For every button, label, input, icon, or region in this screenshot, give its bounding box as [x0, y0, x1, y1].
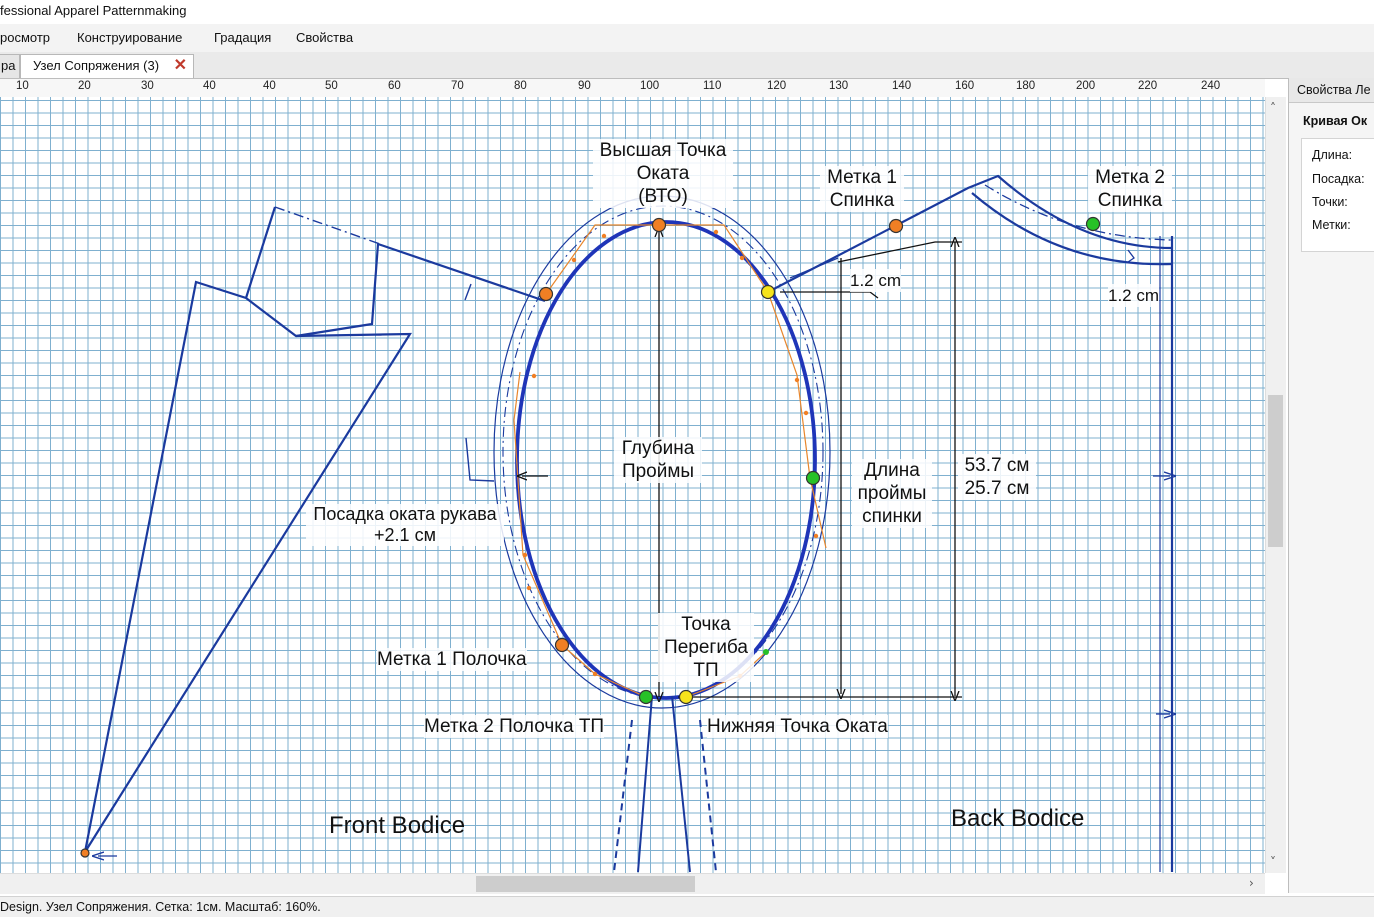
document-tab-bar: ра Узел Сопряжения (3) ✕	[0, 52, 1374, 79]
tab-arc-junction[interactable]: Узел Сопряжения (3) ✕	[20, 54, 194, 78]
tab-arc-junction-label: Узел Сопряжения (3)	[33, 58, 160, 73]
scroll-right-icon[interactable]: ›	[1249, 876, 1254, 890]
properties-panel: Свойства Ле Кривая Ок Длина: Посадка: То…	[1288, 78, 1374, 893]
vertical-scrollbar[interactable]: ˄ ˅	[1265, 97, 1286, 873]
front-guide-lines	[274, 206, 495, 482]
ruler-label: 200	[1076, 80, 1096, 92]
status-text: Design. Узел Сопряжения. Сетка: 1см. Мас…	[0, 900, 321, 914]
vertical-scroll-thumb[interactable]	[1268, 395, 1283, 547]
label-mark2-back-line2: Спинка	[1097, 190, 1163, 211]
property-marks-label: Метки:	[1312, 218, 1351, 232]
ruler-label: 180	[1016, 80, 1036, 92]
menu-item-view[interactable]: росмотр	[0, 30, 50, 45]
horizontal-scrollbar[interactable]: ›	[0, 873, 1265, 894]
ruler-label: 50	[325, 80, 338, 92]
label-vto-line2: Оката	[636, 163, 690, 184]
window-title-bar: fessional Apparel Patternmaking	[0, 0, 1374, 24]
curve-small-point-green	[763, 649, 769, 655]
tab-previous-label: ра	[1, 58, 16, 73]
pattern-canvas[interactable]: Высшая Точка Оката (ВТО) Метка 1 Спинка …	[0, 97, 1265, 873]
label-armhole-length-line1: Длина	[864, 460, 920, 481]
ruler-label: 80	[514, 80, 527, 92]
menu-item-construction[interactable]: Конструирование	[77, 30, 182, 45]
ruler-label: 90	[578, 80, 591, 92]
label-back-bodice: Back Bodice	[951, 805, 1085, 832]
label-mark2-back: Метка 2 Спинка	[1088, 166, 1172, 212]
ruler-label: 30	[141, 80, 154, 92]
label-sleeve-ease: Посадка оката рукава +2.1 см	[306, 504, 504, 546]
scroll-down-icon[interactable]: ˅	[1270, 855, 1276, 869]
ruler-label: 130	[829, 80, 849, 92]
label-mark1-back-line2: Спинка	[829, 190, 895, 211]
properties-panel-header[interactable]: Свойства Ле	[1289, 78, 1374, 103]
property-ease-label: Посадка:	[1312, 172, 1365, 186]
label-mark1-back: Метка 1 Спинка	[820, 166, 904, 212]
label-offset-2: 1.2 cm	[1108, 284, 1160, 307]
label-measurement-1: 53.7 см	[964, 455, 1030, 476]
properties-section-title: Кривая Ок	[1303, 114, 1368, 128]
label-vto: Высшая Точка Оката (ВТО)	[593, 139, 733, 208]
label-fold-point-line3: ТП	[693, 660, 719, 681]
ruler-label: 220	[1138, 80, 1158, 92]
pattern-drawing	[80, 174, 1265, 873]
menu-bar: росмотр Конструирование Градация Свойств…	[0, 24, 1374, 53]
ruler-label: 240	[1201, 80, 1221, 92]
label-offset-1: 1.2 cm	[850, 269, 902, 292]
ruler-label: 40	[263, 80, 276, 92]
property-length-label: Длина:	[1312, 148, 1353, 162]
close-icon[interactable]: ✕	[174, 55, 187, 75]
label-vto-line1: Высшая Точка	[599, 140, 727, 161]
label-armhole-depth: Глубина Проймы	[614, 437, 702, 483]
ruler-label: 160	[955, 80, 975, 92]
menu-item-properties[interactable]: Свойства	[296, 30, 353, 45]
property-points-label: Точки:	[1312, 195, 1348, 209]
ruler-label: 40	[203, 80, 216, 92]
scroll-up-icon[interactable]: ˄	[1270, 101, 1276, 115]
ruler-label: 140	[892, 80, 912, 92]
tab-previous[interactable]: ра	[0, 54, 20, 78]
label-mark2-front: Метка 2 Полочка ТП	[424, 715, 605, 738]
label-measurements: 53.7 см 25.7 см	[958, 454, 1036, 500]
ruler-label: 100	[640, 80, 660, 92]
label-sleeve-ease-line2: +2.1 см	[374, 525, 436, 545]
label-vto-line3: (ВТО)	[638, 186, 688, 207]
label-mark1-back-line1: Метка 1	[827, 167, 897, 188]
curve-key-points	[80, 216, 1101, 858]
horizontal-scroll-thumb[interactable]	[476, 876, 695, 892]
back-bodice-outline	[767, 174, 1174, 872]
window-title: fessional Apparel Patternmaking	[0, 3, 187, 18]
label-armhole-depth-line1: Глубина	[621, 438, 695, 459]
center-lines	[613, 695, 717, 873]
label-bottom-point: Нижняя Точка Оката	[707, 715, 888, 738]
menu-item-grading[interactable]: Градация	[214, 30, 271, 45]
label-sleeve-ease-line1: Посадка оката рукава	[313, 504, 497, 524]
ruler-label: 110	[703, 80, 722, 92]
ruler-label: 10	[16, 80, 29, 92]
label-mark2-back-line1: Метка 2	[1095, 167, 1165, 188]
ruler-label: 20	[78, 80, 91, 92]
label-armhole-length-line2: проймы	[857, 483, 927, 504]
label-fold-point-line2: Перегиба	[664, 637, 748, 658]
ruler-label: 70	[451, 80, 464, 92]
label-armhole-length: Длина проймы спинки	[852, 459, 932, 528]
status-bar: Design. Узел Сопряжения. Сетка: 1см. Мас…	[0, 896, 1374, 917]
label-mark1-front: Метка 1 Полочка	[377, 648, 527, 671]
ruler-label: 120	[767, 80, 787, 92]
label-measurement-2: 25.7 см	[964, 478, 1030, 499]
horizontal-ruler: 10 20 30 40 40 50 60 70 80 90 100 110 12…	[0, 79, 1265, 98]
side-arrows	[98, 476, 1170, 856]
label-front-bodice: Front Bodice	[329, 812, 466, 839]
label-fold-point: Точка Перегиба ТП	[658, 613, 754, 682]
properties-panel-title: Свойства Ле	[1297, 83, 1371, 97]
label-armhole-length-line3: спинки	[862, 506, 922, 527]
label-armhole-depth-line2: Проймы	[621, 461, 695, 482]
ruler-label: 60	[388, 80, 401, 92]
label-fold-point-line1: Точка	[681, 614, 731, 635]
